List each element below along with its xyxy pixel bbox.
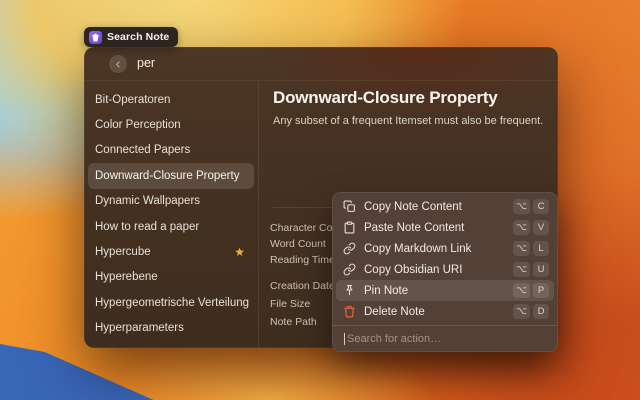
action-search-input[interactable]: Search for action…: [336, 326, 554, 351]
note-list-item[interactable]: Hyperebene: [88, 265, 254, 290]
action-menu: Copy Note Content ⌥ C Paste Note Content…: [332, 192, 558, 352]
modifier-key: ⌥: [513, 283, 530, 298]
shortcut-key: P: [533, 283, 549, 298]
link-icon: [343, 242, 356, 255]
obsidian-logo-icon: [89, 31, 102, 44]
search-bar: per: [84, 47, 558, 80]
modifier-key: ⌥: [513, 262, 530, 277]
shortcut-key: L: [533, 241, 549, 256]
star-icon: ★: [234, 246, 245, 258]
note-list-item[interactable]: Bit-Operatoren: [88, 87, 254, 112]
action-search-placeholder: Search for action…: [347, 333, 441, 345]
pin-icon: [343, 284, 356, 297]
link-icon: [343, 263, 356, 276]
search-input[interactable]: per: [137, 47, 155, 80]
menu-item-copy-markdown-link[interactable]: Copy Markdown Link ⌥ L: [336, 238, 554, 259]
clipboard-icon: [343, 221, 356, 234]
metadata-label: Note Path: [270, 316, 317, 328]
copy-icon: [343, 200, 356, 213]
note-list-item[interactable]: Hypercube ★: [88, 239, 254, 264]
note-list-item[interactable]: How to read a paper: [88, 214, 254, 239]
metadata-label: Word Count: [270, 238, 326, 250]
note-subtitle: Any subset of a frequent Itemset must al…: [273, 115, 543, 127]
modifier-key: ⌥: [513, 241, 530, 256]
menu-item-copy-obsidian-uri[interactable]: Copy Obsidian URI ⌥ U: [336, 259, 554, 280]
trash-icon: [343, 305, 356, 318]
back-button[interactable]: [109, 55, 127, 73]
search-note-tooltip: Search Note: [84, 27, 178, 47]
modifier-key: ⌥: [513, 199, 530, 214]
note-list-item-selected[interactable]: Downward-Closure Property: [88, 163, 254, 188]
desktop: Search Note per Bit-Operatoren Color Per…: [0, 0, 640, 400]
metadata-label: Reading Time: [270, 254, 335, 266]
shortcut-key: V: [533, 220, 549, 235]
shortcut-key: U: [533, 262, 549, 277]
note-list-item[interactable]: Connected Papers: [88, 138, 254, 163]
shortcut-key: D: [533, 304, 549, 319]
menu-item-pin-note[interactable]: Pin Note ⌥ P: [336, 280, 554, 301]
note-list: Bit-Operatoren Color Perception Connecte…: [84, 81, 258, 348]
menu-item-copy-note-content[interactable]: Copy Note Content ⌥ C: [336, 196, 554, 217]
menu-item-paste-note-content[interactable]: Paste Note Content ⌥ V: [336, 217, 554, 238]
note-list-item[interactable]: Dynamic Wallpapers: [88, 189, 254, 214]
text-caret: [344, 333, 345, 345]
metadata-label: File Size: [270, 298, 310, 310]
shortcut-key: C: [533, 199, 549, 214]
note-list-item[interactable]: Hyperparameters: [88, 316, 254, 341]
note-list-item[interactable]: Hypergeometrische Verteilung: [88, 290, 254, 315]
menu-item-delete-note[interactable]: Delete Note ⌥ D: [336, 301, 554, 322]
modifier-key: ⌥: [513, 304, 530, 319]
metadata-label: Creation Date: [270, 280, 335, 292]
note-title: Downward-Closure Property: [273, 88, 498, 108]
chevron-left-icon: [114, 60, 123, 69]
note-list-item[interactable]: Color Perception: [88, 112, 254, 137]
tooltip-label: Search Note: [107, 31, 169, 43]
modifier-key: ⌥: [513, 220, 530, 235]
